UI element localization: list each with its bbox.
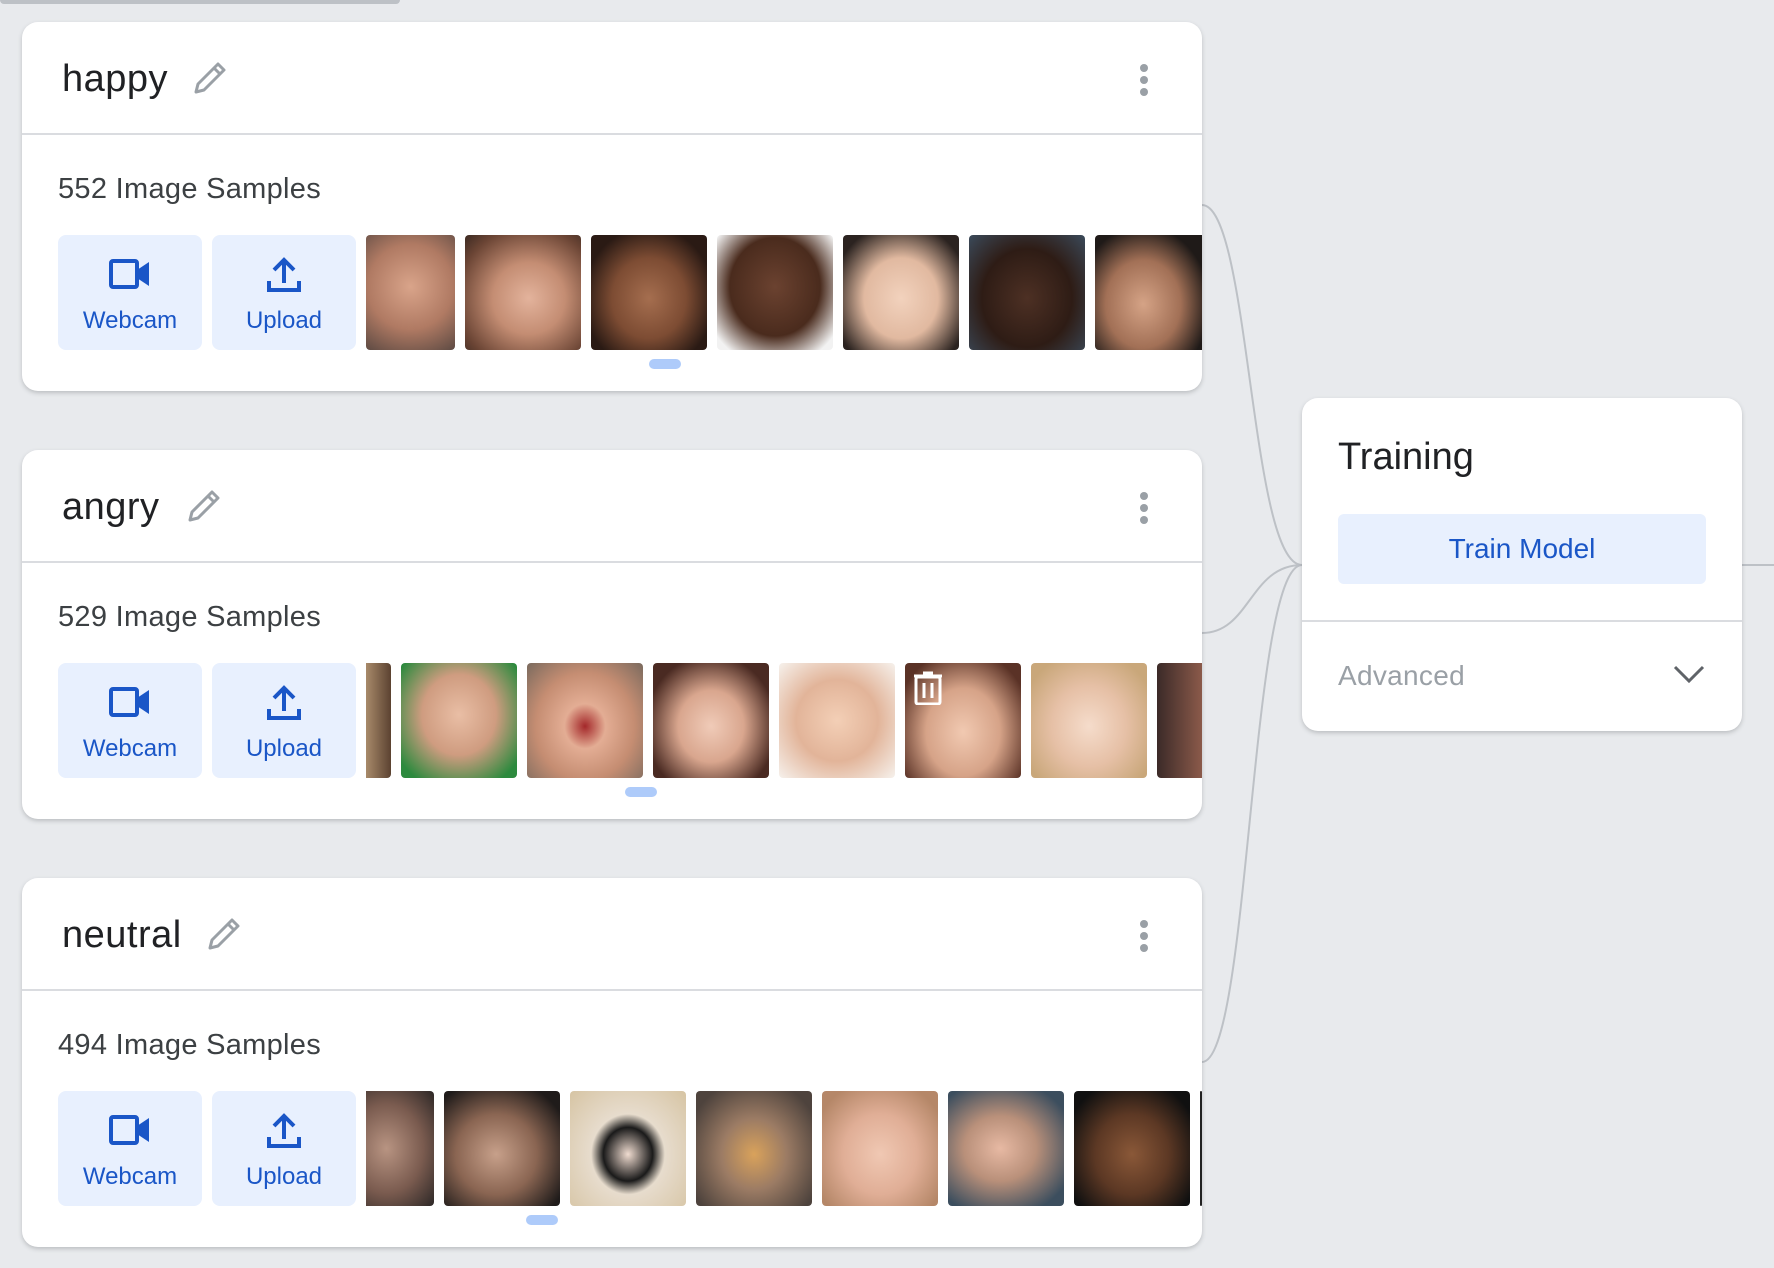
webcam-label: Webcam — [82, 307, 178, 334]
class-card-header: neutral — [22, 878, 1202, 991]
upload-label: Upload — [245, 307, 323, 334]
class-name[interactable]: angry — [62, 486, 160, 529]
class-card-header: happy — [22, 22, 1202, 135]
sample-thumbnail[interactable] — [401, 663, 517, 778]
class-card-header: angry — [22, 450, 1202, 563]
webcam-label: Webcam — [82, 735, 178, 762]
upload-label: Upload — [245, 735, 323, 762]
sample-thumbnail[interactable] — [527, 663, 643, 778]
sample-thumbnail[interactable] — [969, 235, 1085, 350]
sample-thumbnail[interactable] — [948, 1091, 1064, 1206]
more-vert-icon[interactable] — [1138, 920, 1150, 956]
scroll-indicator[interactable] — [649, 359, 681, 369]
sample-thumbnail[interactable] — [653, 663, 769, 778]
sample-thumbnail[interactable] — [465, 235, 581, 350]
sample-thumbnail[interactable] — [779, 663, 895, 778]
webcam-button[interactable]: Webcam — [58, 663, 202, 778]
more-vert-icon[interactable] — [1138, 492, 1150, 528]
class-card-body: 552 Image Samples Webcam Upload — [22, 135, 1202, 391]
videocam-icon — [109, 687, 149, 717]
advanced-toggle-label[interactable]: Advanced — [1338, 660, 1465, 692]
pencil-icon[interactable] — [204, 914, 244, 954]
videocam-icon — [109, 259, 149, 289]
class-card-body: 494 Image Samples Webcam Upload — [22, 991, 1202, 1247]
upload-icon — [267, 685, 301, 720]
upload-button[interactable]: Upload — [212, 1091, 356, 1206]
sample-thumbnail[interactable] — [696, 1091, 812, 1206]
upload-icon — [267, 1113, 301, 1148]
training-card: Training Train Model Advanced — [1302, 398, 1742, 731]
class-card-body: 529 Image Samples Webcam Upload — [22, 563, 1202, 819]
pencil-icon[interactable] — [184, 486, 224, 526]
sample-count: 529 Image Samples — [58, 601, 322, 633]
sample-thumbnail[interactable] — [366, 1091, 434, 1206]
upload-label: Upload — [245, 1163, 323, 1190]
sample-thumbnail[interactable] — [1095, 235, 1202, 350]
class-name[interactable]: happy — [62, 58, 168, 101]
webcam-button[interactable]: Webcam — [58, 1091, 202, 1206]
sample-count: 552 Image Samples — [58, 173, 322, 205]
scroll-indicator[interactable] — [526, 1215, 558, 1225]
sample-count: 494 Image Samples — [58, 1029, 322, 1061]
sample-thumbnail[interactable] — [1200, 1091, 1202, 1206]
sample-thumbnail[interactable] — [366, 663, 391, 778]
sample-thumbnail[interactable] — [591, 235, 707, 350]
trash-icon[interactable] — [913, 671, 943, 705]
sample-thumbnail[interactable] — [1031, 663, 1147, 778]
sample-thumbnail[interactable] — [843, 235, 959, 350]
chevron-down-icon[interactable] — [1672, 662, 1706, 686]
class-card-neutral: neutral 494 Image Samples Webcam Upload — [22, 878, 1202, 1247]
upload-button[interactable]: Upload — [212, 235, 356, 350]
class-name[interactable]: neutral — [62, 914, 182, 957]
videocam-icon — [109, 1115, 149, 1145]
sample-thumbnail[interactable] — [444, 1091, 560, 1206]
upload-button[interactable]: Upload — [212, 663, 356, 778]
scroll-indicator[interactable] — [625, 787, 657, 797]
sample-thumbnail[interactable] — [1157, 663, 1202, 778]
pencil-icon[interactable] — [190, 58, 230, 98]
sample-thumbnail[interactable] — [822, 1091, 938, 1206]
train-model-button[interactable]: Train Model — [1338, 514, 1706, 584]
sample-thumbnail[interactable] — [1074, 1091, 1190, 1206]
sample-thumbnail[interactable] — [570, 1091, 686, 1206]
webcam-button[interactable]: Webcam — [58, 235, 202, 350]
more-vert-icon[interactable] — [1138, 64, 1150, 100]
divider — [1302, 620, 1742, 622]
class-card-angry: angry 529 Image Samples Webcam Upload — [22, 450, 1202, 819]
training-title: Training — [1338, 436, 1474, 478]
webcam-label: Webcam — [82, 1163, 178, 1190]
sample-thumbnail[interactable] — [717, 235, 833, 350]
sample-thumbnail[interactable] — [366, 235, 455, 350]
sample-thumbnail[interactable] — [905, 663, 1021, 778]
class-card-happy: happy 552 Image Samples Webcam Upload — [22, 22, 1202, 391]
upload-icon — [267, 257, 301, 292]
